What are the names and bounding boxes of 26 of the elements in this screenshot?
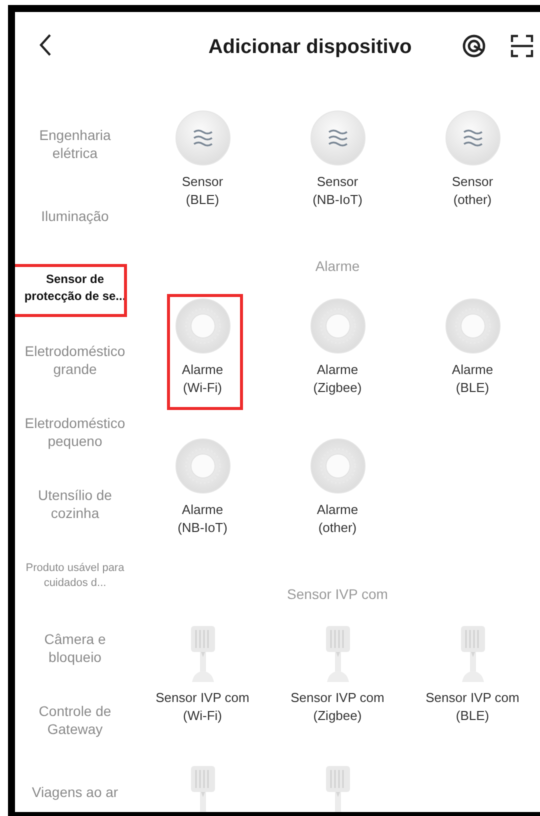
device-label[interactable]: Sensor IVP com (Wi-Fi) (156, 689, 250, 725)
device-label[interactable]: Sensor (NB-IoT) (312, 173, 362, 209)
device-label[interactable]: Alarme (other) (316, 501, 358, 537)
radar-button[interactable] (461, 33, 487, 59)
device-label[interactable]: Alarme (NB-IoT) (178, 501, 228, 537)
device-label[interactable]: Alarme (Zigbee) (313, 361, 362, 397)
smoke-alarm-icon (308, 437, 366, 495)
water-sensor-icon (308, 109, 366, 167)
scan-button[interactable] (509, 33, 535, 59)
device-label[interactable]: Alarme (BLE) (452, 361, 494, 397)
smoke-alarm-icon (444, 297, 502, 355)
device-label[interactable]: Alarme (Wi-Fi) (182, 361, 224, 397)
section-heading: Sensor IVP com (286, 584, 389, 604)
device-label[interactable]: Sensor IVP com (Zigbee) (290, 689, 384, 725)
section-heading: Alarme (314, 256, 361, 276)
device-label[interactable]: Sensor IVP com (BLE) (426, 689, 520, 725)
smoke-alarm-icon (308, 297, 366, 355)
back-icon (38, 33, 52, 57)
category-item[interactable]: Sensor de protecção de se... (18, 271, 132, 305)
water-sensor-icon (174, 109, 232, 167)
device-label[interactable]: Sensor (other) (452, 173, 494, 209)
smoke-alarm-icon (174, 437, 232, 495)
water-sensor-icon (444, 109, 502, 167)
device-label[interactable]: Sensor (BLE) (182, 173, 224, 209)
page-title: Adicionar dispositivo (207, 35, 413, 60)
smoke-alarm-icon (174, 297, 232, 355)
